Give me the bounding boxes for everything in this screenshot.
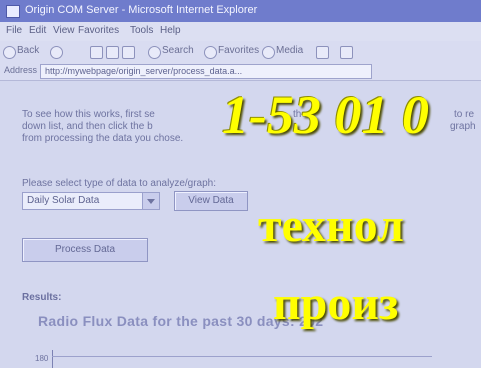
intro-line-3: from processing the data you chose.: [22, 133, 184, 144]
intro-line-2: down list, and then click the b: [22, 121, 153, 132]
overlay-text-line-3: произ: [273, 277, 399, 330]
search-icon[interactable]: [148, 46, 161, 59]
menu-tools[interactable]: Tools: [130, 25, 153, 36]
dropdown-arrow-icon[interactable]: [142, 193, 159, 209]
address-input[interactable]: http://mywebpage/origin_server/process_d…: [40, 64, 372, 79]
intro-tail-1: to re: [454, 109, 475, 120]
home-icon[interactable]: [122, 46, 135, 59]
back-icon[interactable]: [3, 46, 16, 59]
process-data-label: Process Data: [54, 244, 116, 255]
media-button[interactable]: Media: [276, 45, 303, 56]
data-type-value: Daily Solar Data: [27, 195, 100, 206]
forward-icon[interactable]: [50, 46, 63, 59]
process-data-button[interactable]: Process Data: [22, 238, 148, 262]
browser-window: Origin COM Server - Microsoft Internet E…: [0, 0, 481, 368]
toolbar: Back Search Favorites Media: [0, 41, 481, 63]
search-button[interactable]: Search: [162, 45, 194, 56]
favorites-icon[interactable]: [204, 46, 217, 59]
menu-view[interactable]: View: [53, 25, 75, 36]
menu-bar: File Edit View Favorites Tools Help: [0, 22, 481, 42]
intro-tail-2: graph: [450, 121, 476, 132]
menu-favorites[interactable]: Favorites: [78, 25, 119, 36]
view-data-button[interactable]: View Data: [174, 191, 248, 211]
media-icon[interactable]: [262, 46, 275, 59]
intro-line-1: To see how this works, first se: [22, 109, 155, 120]
window-title: Origin COM Server - Microsoft Internet E…: [25, 4, 258, 16]
back-button[interactable]: Back: [17, 45, 39, 56]
menu-help[interactable]: Help: [160, 25, 181, 36]
chart-y-axis: [52, 350, 53, 368]
results-label: Results:: [22, 292, 62, 303]
view-data-label: View Data: [188, 195, 234, 206]
address-label: Address: [4, 65, 38, 75]
history-icon[interactable]: [316, 46, 329, 59]
select-prompt: Please select type of data to analyze/gr…: [22, 178, 217, 189]
chart-top-gridline: [52, 356, 432, 357]
favorites-button[interactable]: Favorites: [218, 45, 259, 56]
ie-icon: [6, 5, 20, 18]
address-bar: Address http://mywebpage/origin_server/p…: [0, 62, 481, 81]
menu-edit[interactable]: Edit: [29, 25, 46, 36]
menu-file[interactable]: File: [6, 25, 22, 36]
title-bar: Origin COM Server - Microsoft Internet E…: [0, 0, 481, 23]
refresh-icon[interactable]: [106, 46, 119, 59]
stop-icon[interactable]: [90, 46, 103, 59]
address-url: http://mywebpage/origin_server/process_d…: [45, 66, 243, 76]
mail-icon[interactable]: [340, 46, 353, 59]
data-type-select[interactable]: Daily Solar Data: [22, 192, 160, 210]
chart-y-tick: 180: [35, 354, 49, 363]
overlay-text-line-2: технол: [258, 199, 404, 252]
overlay-text-line-1: 1-53 01 0: [222, 85, 429, 145]
